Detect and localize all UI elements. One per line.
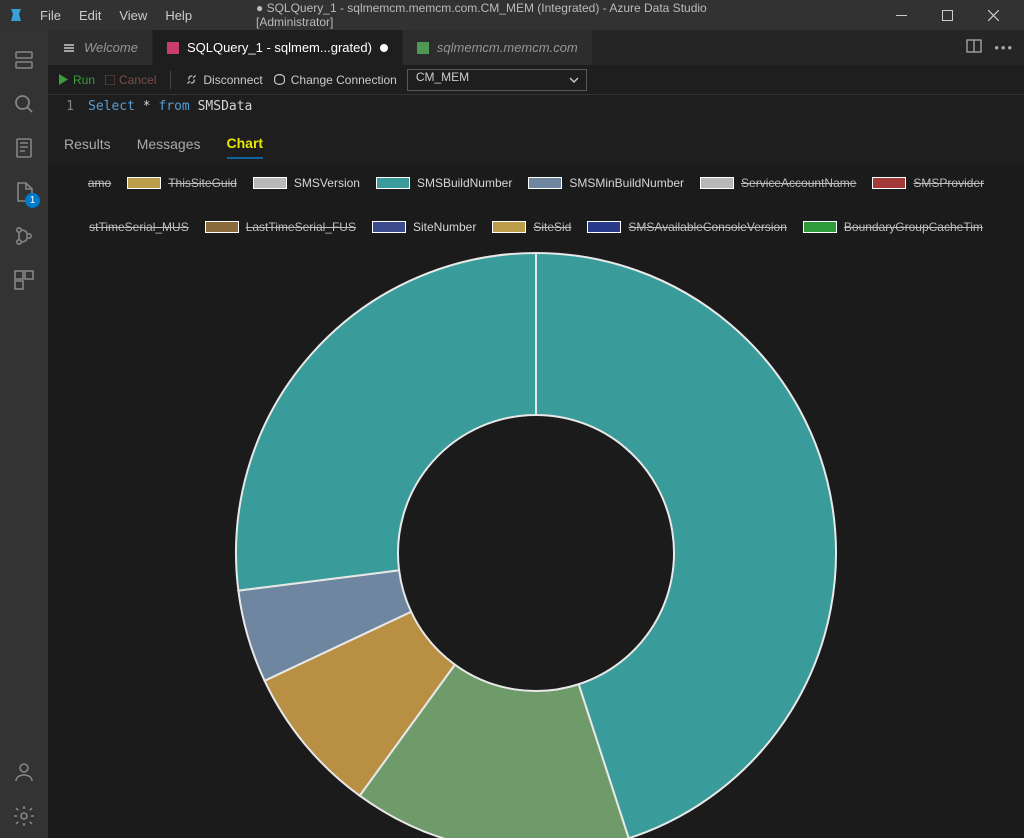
welcome-icon [62,41,76,55]
minimize-button[interactable] [878,0,924,30]
legend-label: BoundaryGroupCacheTim [844,219,983,235]
tab-welcome-label: Welcome [84,40,138,55]
extensions-icon[interactable] [0,258,48,302]
server-icon [417,42,429,54]
line-number: 1 [48,99,88,114]
legend-swatch [205,221,239,233]
legend-swatch [803,221,837,233]
search-icon[interactable] [0,82,48,126]
tab-results[interactable]: Results [64,130,111,158]
change-connection-label: Change Connection [291,73,397,87]
menu-help[interactable]: Help [157,4,200,27]
legend-label: SMSBuildNumber [417,175,512,191]
legend-item[interactable]: SMSBuildNumber [376,175,512,191]
disconnect-button[interactable]: Disconnect [185,73,262,87]
titlebar: File Edit View Help ● SQLQuery_1 - sqlme… [0,0,1024,30]
change-connection-button[interactable]: Change Connection [273,73,397,87]
query-toolbar: Run Cancel Disconnect Change Connection … [48,65,1024,95]
database-select[interactable]: CM_MEM [407,69,587,91]
legend-item[interactable]: SMSVersion [253,175,360,191]
menu-file[interactable]: File [32,4,69,27]
legend-swatch [492,221,526,233]
legend-swatch [372,221,406,233]
tab-sqlquery-label: SQLQuery_1 - sqlmem...grated) [187,40,372,55]
chart-area: amo ThisSiteGuid SMSVersion SMSBuildNumber S… [48,163,1024,838]
donut-chart [216,233,856,838]
chevron-down-icon [568,74,580,89]
database-select-value: CM_MEM [416,70,469,84]
tab-server[interactable]: sqlmemcm.memcm.com [403,30,593,65]
tab-welcome[interactable]: Welcome [48,30,153,65]
results-tabs: Results Messages Chart [48,123,1024,163]
tab-actions: ••• [956,30,1024,65]
more-actions-icon[interactable]: ••• [994,40,1014,55]
run-label: Run [73,73,95,87]
disconnect-label: Disconnect [203,73,262,87]
legend-swatch [872,177,906,189]
sql-file-icon [167,42,179,54]
split-editor-icon[interactable] [966,38,982,57]
menu-edit[interactable]: Edit [71,4,109,27]
window-title: ● SQLQuery_1 - sqlmemcm.memcm.com.CM_MEM… [256,1,768,29]
legend-swatch [700,177,734,189]
tab-messages[interactable]: Messages [137,130,201,158]
explorer-icon[interactable]: 1 [0,170,48,214]
keyword-select: Select [88,99,135,114]
legend-swatch [587,221,621,233]
legend-swatch [253,177,287,189]
editor-tabs: Welcome SQLQuery_1 - sqlmem...grated) sq… [48,30,1024,65]
tab-server-label: sqlmemcm.memcm.com [437,40,578,55]
legend-label: SMSMinBuildNumber [569,175,684,191]
legend-swatch [376,177,410,189]
legend-swatch [528,177,562,189]
legend-label: SMSProvider [913,175,984,191]
app-icon [8,7,24,23]
source-control-icon[interactable] [0,214,48,258]
separator [170,71,171,89]
legend-item[interactable]: ServiceAccountName [700,175,856,191]
notebooks-icon[interactable] [0,126,48,170]
activity-bar: 1 [0,30,48,838]
sql-editor[interactable]: 1 Select * from SMSData [48,95,1024,123]
run-button[interactable]: Run [58,73,95,87]
explorer-badge: 1 [25,193,40,208]
legend-item[interactable]: SMSProvider [872,175,984,191]
legend-item[interactable]: SMSMinBuildNumber [528,175,684,191]
menu-view[interactable]: View [111,4,155,27]
window-controls [878,0,1016,30]
legend-item[interactable]: stTimeSerial_MUS [89,219,189,235]
code-line: Select * from SMSData [88,99,252,114]
legend-item[interactable]: ThisSiteGuid [127,175,237,191]
legend-label: ThisSiteGuid [168,175,237,191]
keyword-from: from [158,99,189,114]
maximize-button[interactable] [924,0,970,30]
servers-icon[interactable] [0,38,48,82]
menubar: File Edit View Help [32,4,200,27]
cancel-button: Cancel [105,73,156,87]
account-icon[interactable] [0,750,48,794]
identifier-table: SMSData [198,99,253,114]
legend-label: ServiceAccountName [741,175,856,191]
close-button[interactable] [970,0,1016,30]
chart-slice[interactable] [236,253,536,591]
legend-label: SMSVersion [294,175,360,191]
legend-item[interactable]: amo [88,175,111,191]
legend-label: amo [88,175,111,191]
legend-swatch [127,177,161,189]
legend-label: stTimeSerial_MUS [89,219,189,235]
tab-chart[interactable]: Chart [227,129,264,159]
main-area: Welcome SQLQuery_1 - sqlmem...grated) sq… [48,30,1024,838]
tab-sqlquery[interactable]: SQLQuery_1 - sqlmem...grated) [153,30,403,65]
cancel-label: Cancel [119,73,156,87]
settings-gear-icon[interactable] [0,794,48,838]
unsaved-dot-icon [380,44,388,52]
star: * [143,99,151,114]
